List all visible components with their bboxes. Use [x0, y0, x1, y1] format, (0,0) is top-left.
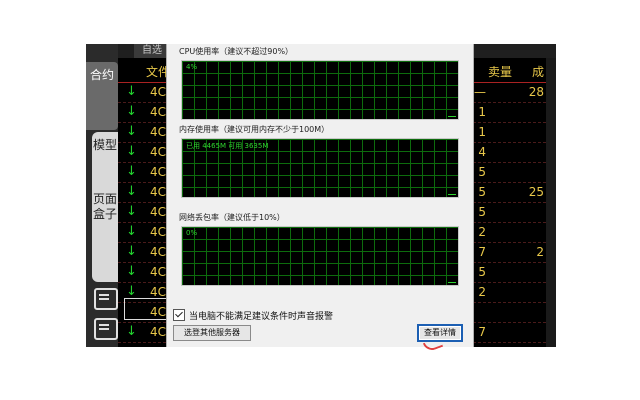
down-arrow-icon: ↓ [126, 184, 137, 199]
down-arrow-icon: ↓ [126, 284, 137, 299]
down-arrow-icon: ↓ [126, 124, 137, 139]
cpu-graph: 4% [181, 60, 459, 120]
network-label: 网络丢包率（建议低于10%） [179, 213, 285, 222]
select-server-button[interactable]: 选登其他服务器 [173, 325, 251, 341]
down-arrow-icon: ↓ [126, 84, 137, 99]
contract-code: 4C [150, 325, 167, 339]
alarm-checkbox[interactable] [173, 309, 185, 321]
down-arrow-icon: ↓ [126, 204, 137, 219]
selected-row-highlight [124, 298, 170, 320]
memory-graph: 已用 4465M 可用 3635M [181, 138, 459, 198]
edit-doc-icon[interactable] [94, 318, 118, 340]
contract-code: 4C [150, 185, 167, 199]
tab-watchlist[interactable]: 自选 [134, 44, 170, 58]
down-arrow-icon: ↓ [126, 224, 137, 239]
down-arrow-icon: ↓ [126, 104, 137, 119]
cpu-trace [448, 116, 456, 117]
cpu-value: 4% [186, 63, 198, 71]
contract-code: 4C [150, 165, 167, 179]
contract-code: 4C [150, 245, 167, 259]
tab-contract[interactable]: 合约 [86, 62, 118, 130]
contract-code: 4C [150, 285, 167, 299]
alarm-option[interactable]: 当电脑不能满足建议条件时声音报警 [173, 308, 333, 322]
trade-qty: 28 [528, 85, 544, 99]
contract-code: 4C [150, 85, 167, 99]
alarm-label: 当电脑不能满足建议条件时声音报警 [189, 311, 334, 322]
down-arrow-icon: ↓ [126, 244, 137, 259]
trade-qty: 25 [528, 185, 544, 199]
tab-page-box[interactable]: 页面盒子 [92, 186, 118, 282]
trade-qty: 2 [536, 245, 544, 259]
down-arrow-icon: ↓ [126, 164, 137, 179]
network-value: 0% [186, 229, 198, 237]
memory-value: 已用 4465M 可用 3635M [186, 142, 269, 150]
contract-code: 4C [150, 265, 167, 279]
network-graph: 0% [181, 226, 459, 286]
down-arrow-icon: ↓ [126, 144, 137, 159]
search-doc-icon[interactable] [94, 288, 118, 310]
contract-code: 4C [150, 225, 167, 239]
contract-code: 4C [150, 105, 167, 119]
table-scrollbar[interactable] [546, 58, 556, 347]
header-sell-qty[interactable]: 卖量 [488, 63, 512, 80]
contract-code: 4C [150, 125, 167, 139]
down-arrow-icon: ↓ [126, 324, 137, 339]
network-trace [448, 282, 456, 283]
memory-trace [448, 194, 456, 195]
network-status-dialog: CPU使用率（建议不超过90%） 4% 内存使用率（建议可用内存不少于100M）… [166, 44, 474, 347]
contract-code: 4C [150, 145, 167, 159]
cpu-label: CPU使用率（建议不超过90%） [179, 47, 294, 56]
down-arrow-icon: ↓ [126, 264, 137, 279]
contract-code: 4C [150, 205, 167, 219]
memory-label: 内存使用率（建议可用内存不少于100M） [179, 125, 330, 134]
header-trade[interactable]: 成 [532, 63, 544, 80]
